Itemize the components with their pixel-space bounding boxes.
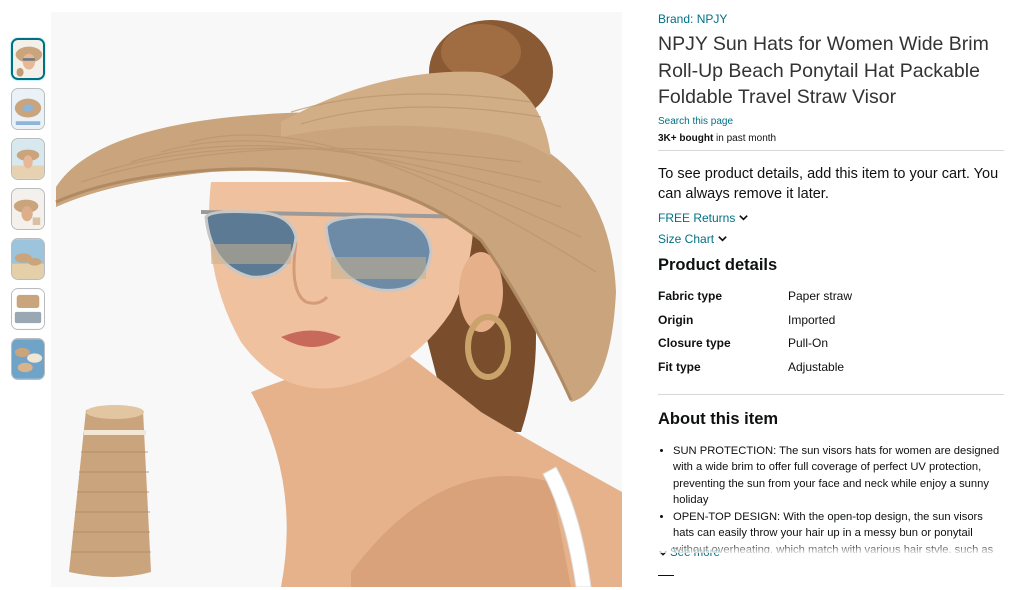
free-returns-link[interactable]: FREE Returns — [658, 211, 1005, 225]
about-bullet-list: SUN PROTECTION: The sun visors hats for … — [658, 443, 1005, 553]
bought-count-bold: 3K+ bought — [658, 132, 714, 144]
thumbnail-1[interactable] — [11, 38, 45, 80]
bought-count-suffix: in past month — [713, 132, 777, 144]
divider — [658, 393, 1004, 395]
text-fade — [658, 542, 1005, 553]
divider — [658, 149, 1004, 151]
brand-link[interactable]: Brand: NPJY — [658, 12, 727, 26]
search-this-page-link[interactable]: Search this page — [658, 116, 733, 127]
detail-value: Adjustable — [788, 359, 845, 374]
product-title: NPJY Sun Hats for Women Wide Brim Roll-U… — [658, 33, 989, 108]
thumbnail-2[interactable] — [11, 88, 45, 130]
detail-value: Paper straw — [788, 289, 853, 304]
chevron-down-icon — [739, 215, 749, 221]
chevron-down-icon — [718, 236, 727, 242]
detail-value: Pull-On — [788, 336, 829, 351]
detail-key: Fabric type — [658, 289, 723, 304]
table-row: Fit type Adjustable — [658, 355, 852, 379]
thumbnail-hat-top-image — [12, 89, 44, 129]
thumbnail-beach-image — [12, 139, 44, 179]
divider — [658, 574, 674, 576]
thumbnail-side-view-image — [12, 189, 44, 229]
bought-count: 3K+ bought in past month — [658, 133, 1005, 144]
list-item: SUN PROTECTION: The sun visors hats for … — [673, 443, 1005, 509]
thumbnail-7[interactable] — [11, 338, 45, 380]
thumbnail-strip — [11, 38, 45, 388]
product-details-table: Fabric type Paper straw Origin Imported … — [658, 285, 852, 379]
about-heading: About this item — [658, 409, 779, 428]
thumbnail-colors-image — [12, 339, 44, 379]
add-to-cart-note: To see product details, add this item to… — [658, 165, 999, 202]
thumbnail-3[interactable] — [11, 138, 45, 180]
thumbnail-4[interactable] — [11, 188, 45, 230]
table-row: Fabric type Paper straw — [658, 285, 852, 309]
thumbnail-folded-image — [12, 289, 44, 329]
thumbnail-5[interactable] — [11, 238, 45, 280]
product-info-column: Brand: NPJY NPJY Sun Hats for Women Wide… — [658, 10, 1005, 576]
woman-wearing-straw-visor-image — [51, 12, 622, 587]
thumbnail-lifestyle-image — [12, 239, 44, 279]
thumbnail-6[interactable] — [11, 288, 45, 330]
table-row: Closure type Pull-On — [658, 332, 852, 356]
thumbnail-hat-woman-image — [13, 40, 43, 78]
detail-key: Fit type — [658, 359, 701, 374]
detail-key: Origin — [658, 312, 694, 327]
table-row: Origin Imported — [658, 308, 852, 332]
detail-value: Imported — [788, 312, 836, 327]
detail-key: Closure type — [658, 336, 731, 351]
main-product-image[interactable] — [51, 12, 622, 587]
size-chart-link[interactable]: Size Chart — [658, 232, 1005, 246]
size-chart-label: Size Chart — [658, 231, 715, 246]
free-returns-label: FREE Returns — [658, 210, 736, 225]
product-details-heading: Product details — [658, 255, 778, 274]
